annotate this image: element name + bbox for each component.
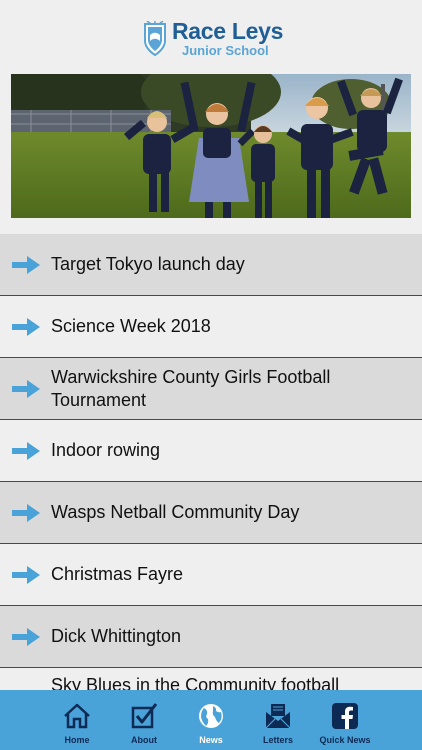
tab-label: About (131, 735, 157, 745)
tab-label: Letters (262, 735, 293, 745)
school-subtitle: Junior School (182, 43, 269, 58)
news-list-item[interactable]: Dick Whittington (0, 606, 422, 668)
arrow-right-icon (12, 503, 40, 522)
tab-news[interactable]: News (178, 690, 245, 750)
news-list-item[interactable]: Science Week 2018 (0, 296, 422, 358)
news-item-title: Science Week 2018 (51, 316, 211, 336)
checkbox-icon (131, 703, 158, 729)
arrow-right-icon (12, 565, 40, 584)
news-list-item[interactable]: Indoor rowing (0, 420, 422, 482)
news-item-title: Warwickshire County Girls Football Tourn… (51, 366, 331, 410)
news-item-title: Wasps Netball Community Day (51, 502, 300, 522)
envelope-icon (265, 704, 291, 729)
news-item-title: Indoor rowing (51, 440, 161, 460)
tab-label: Home (64, 735, 90, 745)
news-item-title: Target Tokyo launch day (51, 254, 245, 274)
school-name: Race Leys (172, 18, 284, 44)
arrow-right-icon (12, 627, 40, 646)
app-header: Race Leys Junior School (0, 0, 422, 66)
tab-letters[interactable]: Letters (245, 690, 312, 750)
news-list-item[interactable]: Christmas Fayre (0, 544, 422, 606)
school-logo: Race Leys Junior School (142, 20, 283, 57)
arrow-right-icon (12, 379, 40, 398)
arrow-right-icon (12, 441, 40, 460)
home-icon (64, 703, 90, 729)
facebook-icon (332, 703, 358, 729)
arrow-right-icon (12, 317, 40, 336)
news-item-title: Christmas Fayre (51, 564, 184, 584)
banner-area (0, 66, 422, 236)
news-list-item[interactable]: Warwickshire County Girls Football Tourn… (0, 358, 422, 420)
tab-label: News (199, 735, 223, 745)
tab-about[interactable]: About (111, 690, 178, 750)
globe-icon (199, 704, 223, 728)
tab-label: Quick News (319, 735, 371, 745)
news-item-title: Dick Whittington (51, 626, 182, 646)
tab-quick-news[interactable]: Quick News (312, 690, 379, 750)
bottom-tab-bar: Home About News Letters Quick News (0, 690, 422, 750)
school-crest-icon (144, 20, 166, 56)
news-list-item[interactable]: Wasps Netball Community Day (0, 482, 422, 544)
arrow-right-icon (12, 255, 40, 274)
tab-home[interactable]: Home (44, 690, 111, 750)
banner-photo (11, 74, 411, 218)
news-list: Target Tokyo launch day Science Week 201… (0, 234, 422, 730)
news-list-item[interactable]: Target Tokyo launch day (0, 234, 422, 296)
